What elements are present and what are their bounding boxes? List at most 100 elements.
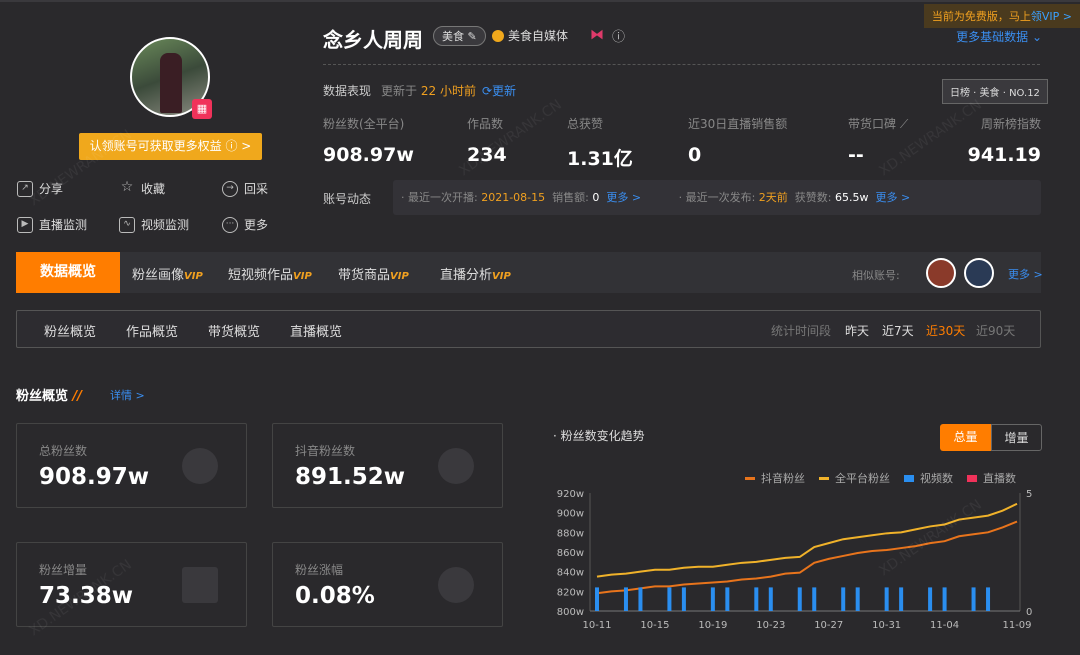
tab-products[interactable]: 带货商品VIP — [338, 264, 409, 283]
performance-header: 数据表现 更新于 22 小时前 ⟳更新 — [323, 82, 516, 99]
bar-video — [899, 587, 904, 611]
detail-link[interactable]: 详情 > — [110, 387, 145, 403]
period-label: 统计时间段 — [771, 324, 832, 338]
stat-value: 908.97w — [323, 144, 414, 166]
x-tick-label: 10-19 — [698, 620, 727, 631]
bar-chart-icon — [182, 567, 218, 603]
info-icon[interactable]: ⓘ — [612, 26, 625, 45]
period-30d[interactable]: 近30天 — [926, 322, 965, 339]
stat-label: 带货口碑 — [848, 117, 897, 131]
divider — [323, 64, 1040, 65]
stat-label: 周新榜指数 — [980, 117, 1041, 131]
stat-live-sales: 近30日直播销售额 0 — [688, 115, 787, 166]
line-douyin-fans — [596, 520, 1018, 595]
card-douyin-fans: 抖音粉丝数 891.52w — [272, 423, 503, 508]
tab-short-videos[interactable]: 短视频作品VIP — [228, 264, 312, 283]
period-90d[interactable]: 近90天 — [976, 322, 1015, 339]
post-prefix: · 最近一次发布: — [678, 191, 756, 204]
y-tick-label: 840w — [557, 568, 584, 579]
similar-account-avatar[interactable] — [926, 258, 956, 288]
video-monitor-button[interactable]: ∿ 视频监测 — [119, 216, 189, 233]
more-actions-button[interactable]: ··· 更多 — [222, 216, 268, 233]
card-label: 抖音粉丝数 — [295, 444, 356, 458]
more-icon: ··· — [222, 216, 238, 233]
sales-value: 0 — [592, 191, 600, 204]
rank-badge[interactable]: 日榜 · 美食 · NO.12 — [942, 79, 1048, 104]
account-dynamics: 账号动态 · 最近一次开播: 2021-08-15 销售额: 0 更多 > · … — [323, 180, 1041, 215]
bar-video — [797, 587, 802, 611]
card-label: 总粉丝数 — [39, 444, 88, 458]
bar-video — [768, 587, 773, 611]
card-label: 粉丝增量 — [39, 563, 88, 577]
y2-tick-label: 5 — [1026, 489, 1032, 500]
vip-upgrade-tip[interactable]: 当前为免费版，马上领VIP > — [923, 4, 1080, 28]
sales-label: 销售额: — [552, 191, 589, 204]
favorite-label: 收藏 — [141, 182, 166, 196]
live-monitor-button[interactable]: ▶ 直播监测 — [17, 216, 87, 233]
likes-label: 获赞数: — [794, 191, 832, 204]
similar-more-link[interactable]: 更多 > — [1008, 266, 1043, 282]
card-value: 891.52w — [295, 464, 406, 490]
vip-badge: VIP — [293, 271, 312, 282]
qr-code-icon[interactable]: ▦ — [192, 99, 212, 119]
post-more-link[interactable]: 更多 > — [876, 191, 911, 204]
more-basic-data-link[interactable]: 更多基础数据 ⌄ — [956, 28, 1042, 45]
video-monitor-label: 视频监测 — [141, 218, 190, 232]
live-date: 2021-08-15 — [481, 191, 546, 204]
stat-value: 0 — [688, 144, 702, 166]
stat-value: 1.31亿 — [567, 148, 633, 170]
avatar-photo — [160, 53, 182, 113]
bar-video — [681, 587, 686, 611]
stat-label: 总获赞 — [567, 117, 604, 131]
y-tick-label: 860w — [557, 548, 584, 559]
decor-icon: // — [72, 389, 83, 404]
bar-video — [855, 587, 860, 611]
more-actions-label: 更多 — [244, 218, 269, 232]
dynamics-label: 账号动态 — [323, 192, 372, 206]
subtab-works[interactable]: 作品概览 — [126, 321, 178, 340]
platform-logo-icon: ⧓ — [590, 27, 604, 43]
bar-video — [928, 587, 933, 611]
douyin-users-icon — [438, 448, 474, 484]
stat-likes: 总获赞 1.31亿 — [567, 115, 633, 171]
similar-account-avatar[interactable] — [964, 258, 994, 288]
card-value: 908.97w — [39, 464, 150, 490]
period-7d[interactable]: 近7天 — [882, 322, 914, 339]
account-name: 念乡人周周 — [323, 28, 423, 52]
stat-index: 周新榜指数 941.19 — [968, 115, 1041, 166]
subtab-fans[interactable]: 粉丝概览 — [44, 321, 96, 340]
favorite-button[interactable]: ☆ 收藏 — [119, 180, 165, 197]
vip-tip-text: 当前为免费版，马上 — [931, 10, 1031, 23]
bar-video — [710, 587, 715, 611]
performance-label: 数据表现 — [323, 84, 372, 98]
tab-data-overview[interactable]: 数据概览 — [16, 252, 120, 293]
similar-accounts-label: 相似账号: — [852, 269, 900, 282]
chart-mini-icon[interactable]: ⟋ — [900, 117, 908, 131]
bar-video — [986, 587, 991, 611]
subtab-products[interactable]: 带货概览 — [208, 321, 260, 340]
tab-live-analysis[interactable]: 直播分析VIP — [440, 264, 511, 283]
subtab-live[interactable]: 直播概览 — [290, 321, 342, 340]
category-tag-label: 美食 — [442, 30, 464, 43]
y-tick-label: 880w — [557, 528, 584, 539]
stat-label: 粉丝数(全平台) — [323, 117, 405, 131]
updated-prefix: 更新于 — [381, 84, 418, 98]
vip-link[interactable]: 领VIP > — [1031, 10, 1072, 23]
verification-badge: 美食自媒体 — [492, 27, 568, 44]
toggle-increment[interactable]: 增量 — [991, 424, 1042, 451]
toggle-total[interactable]: 总量 — [940, 424, 991, 451]
period-yesterday[interactable]: 昨天 — [845, 322, 869, 339]
bar-video — [884, 587, 889, 611]
refresh-button[interactable]: ⟳更新 — [482, 84, 516, 98]
recollect-button[interactable]: → 回采 — [222, 180, 268, 197]
x-tick-label: 11-09 — [1002, 620, 1031, 631]
tab-fan-profile[interactable]: 粉丝画像VIP — [132, 264, 203, 283]
verification-label: 美食自媒体 — [508, 29, 569, 43]
live-more-link[interactable]: 更多 > — [606, 191, 641, 204]
users-icon — [182, 448, 218, 484]
category-tag[interactable]: 美食 ✎ — [433, 26, 486, 46]
bar-video — [638, 587, 643, 611]
x-tick-label: 10-15 — [640, 620, 669, 631]
edit-icon: ✎ — [467, 30, 477, 43]
tab-label: 粉丝画像 — [132, 268, 185, 283]
